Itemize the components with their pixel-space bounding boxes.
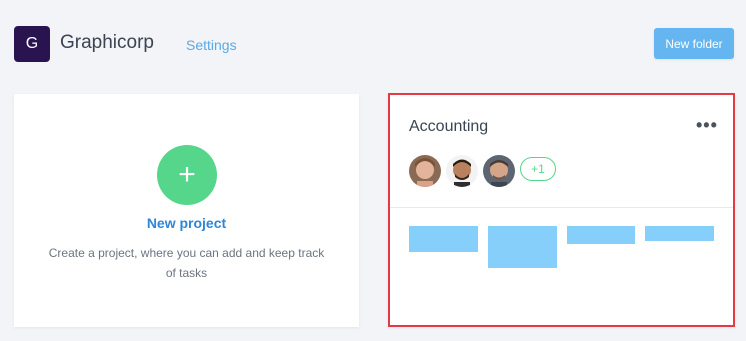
- more-options-icon[interactable]: •••: [696, 115, 718, 136]
- new-project-title[interactable]: New project: [14, 215, 359, 231]
- divider: [390, 207, 733, 208]
- workspace-avatar[interactable]: G: [14, 26, 50, 62]
- progress-bar: [645, 226, 714, 241]
- new-folder-button[interactable]: New folder: [654, 28, 734, 59]
- member-avatar[interactable]: [446, 155, 478, 187]
- new-project-card[interactable]: + New project Create a project, where yo…: [14, 94, 359, 327]
- progress-bar: [488, 226, 557, 268]
- header: G Graphicorp Settings New folder: [0, 0, 746, 90]
- workspace-name: Graphicorp: [60, 32, 154, 53]
- new-project-description: Create a project, where you can add and …: [48, 246, 325, 280]
- settings-link[interactable]: Settings: [186, 37, 237, 53]
- project-card-accounting[interactable]: Accounting ••• +1: [388, 93, 735, 327]
- project-title: Accounting: [409, 118, 489, 135]
- add-project-icon[interactable]: +: [157, 145, 217, 205]
- member-avatar[interactable]: [483, 155, 515, 187]
- progress-bar: [567, 226, 635, 244]
- member-avatar[interactable]: [409, 155, 441, 187]
- extra-members-badge[interactable]: +1: [520, 157, 556, 181]
- progress-bar: [409, 226, 478, 252]
